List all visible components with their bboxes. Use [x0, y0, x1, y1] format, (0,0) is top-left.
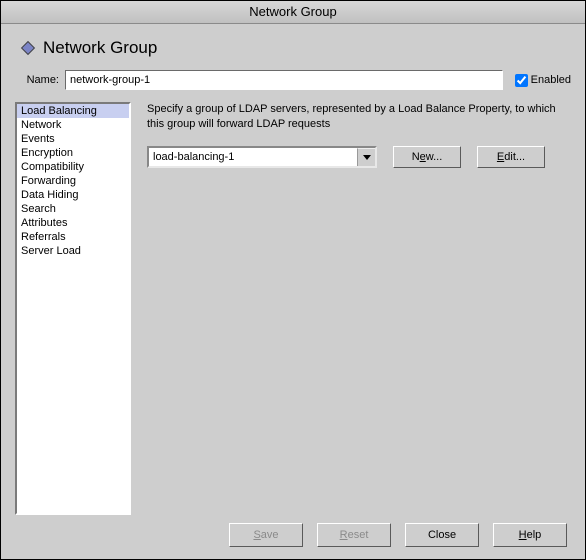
network-group-dialog: Network Group Network Group Name: Enable… — [0, 0, 586, 560]
category-item[interactable]: Forwarding — [17, 174, 129, 188]
button-bar: Save Reset Close Help — [15, 515, 571, 549]
category-item[interactable]: Attributes — [17, 216, 129, 230]
combo-value: load-balancing-1 — [153, 151, 234, 163]
category-item[interactable]: Compatibility — [17, 160, 129, 174]
save-button: Save — [229, 523, 303, 547]
help-button[interactable]: Help — [493, 523, 567, 547]
content-area: Network Group Name: Enabled Load Balanci… — [1, 24, 585, 559]
detail-pane: Specify a group of LDAP servers, represe… — [147, 102, 571, 515]
main-row: Load BalancingNetworkEventsEncryptionCom… — [15, 102, 571, 515]
window-titlebar: Network Group — [1, 1, 585, 24]
category-item[interactable]: Referrals — [17, 230, 129, 244]
category-item[interactable]: Load Balancing — [17, 104, 129, 118]
name-input[interactable] — [65, 70, 503, 90]
edit-button[interactable]: Edit... — [477, 146, 545, 168]
category-list[interactable]: Load BalancingNetworkEventsEncryptionCom… — [15, 102, 131, 515]
chevron-down-icon — [357, 148, 375, 166]
category-item[interactable]: Network — [17, 118, 129, 132]
new-button[interactable]: New... — [393, 146, 461, 168]
reset-button: Reset — [317, 523, 391, 547]
diamond-icon — [21, 41, 35, 55]
dialog-header: Network Group — [15, 38, 571, 58]
enabled-checkbox[interactable]: Enabled — [511, 71, 571, 90]
close-button[interactable]: Close — [405, 523, 479, 547]
window-title: Network Group — [249, 4, 336, 19]
category-item[interactable]: Events — [17, 132, 129, 146]
name-row: Name: Enabled — [15, 70, 571, 90]
description-text: Specify a group of LDAP servers, represe… — [147, 102, 571, 132]
name-label: Name: — [21, 74, 65, 86]
category-item[interactable]: Server Load — [17, 244, 129, 258]
category-item[interactable]: Encryption — [17, 146, 129, 160]
page-title: Network Group — [43, 38, 157, 58]
category-item[interactable]: Data Hiding — [17, 188, 129, 202]
enabled-label: Enabled — [531, 74, 571, 86]
enabled-checkbox-input[interactable] — [515, 74, 528, 87]
load-balance-combo[interactable]: load-balancing-1 — [147, 146, 377, 168]
load-balance-select-row: load-balancing-1 New... Edit... — [147, 146, 571, 168]
category-item[interactable]: Search — [17, 202, 129, 216]
